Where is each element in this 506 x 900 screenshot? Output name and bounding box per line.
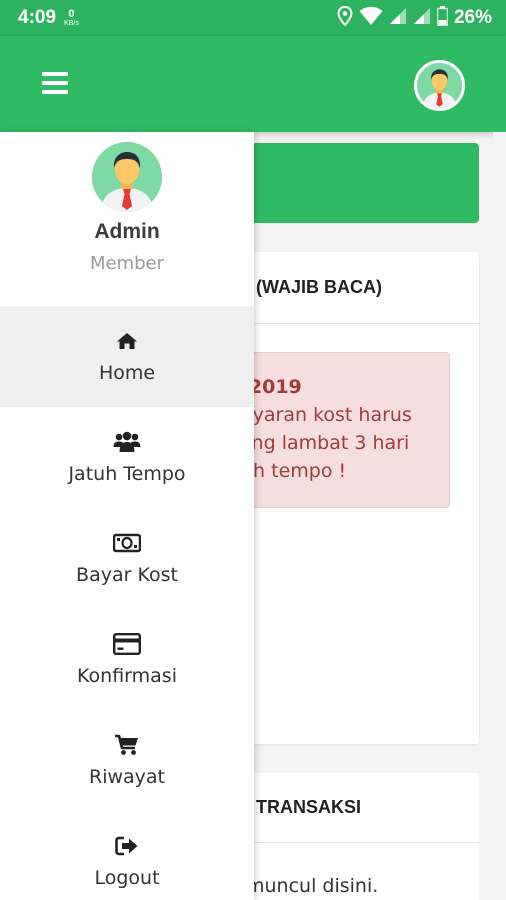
money-icon xyxy=(113,532,141,554)
alert-title: -2019 xyxy=(241,376,302,398)
home-icon xyxy=(113,330,141,352)
network-speed-unit: KB/s xyxy=(64,20,79,27)
drawer-item-bayar-kost[interactable]: Bayar Kost xyxy=(0,508,254,609)
users-icon xyxy=(113,431,141,453)
status-time: 4:09 xyxy=(18,7,57,28)
sign-out-icon xyxy=(113,835,141,857)
drawer-menu: Home Jatuh Tempo Bayar Kost Konfirmasi R… xyxy=(0,306,254,900)
alert-line: ayaran kost harus xyxy=(241,404,412,426)
drawer-item-jatuh-tempo[interactable]: Jatuh Tempo xyxy=(0,407,254,508)
transaction-card: TRANSAKSI muncul disini. xyxy=(236,773,479,900)
scrollbar[interactable] xyxy=(493,132,506,900)
menu-icon[interactable] xyxy=(42,72,68,94)
wifi-icon xyxy=(359,6,383,30)
drawer-item-konfirmasi[interactable]: Konfirmasi xyxy=(0,609,254,710)
drawer-item-home[interactable]: Home xyxy=(0,306,254,407)
drawer-item-label: Home xyxy=(98,361,156,384)
signal-icon-2 xyxy=(413,7,431,29)
drawer-item-label: Riwayat xyxy=(89,765,165,788)
battery-percent: 26% xyxy=(453,7,492,28)
network-speed-value: 0 xyxy=(68,8,75,20)
transaction-card-header: TRANSAKSI xyxy=(236,773,479,843)
profile-name: Admin xyxy=(94,220,160,243)
battery-icon xyxy=(436,6,449,30)
signal-icon xyxy=(389,7,407,29)
drawer-item-label: Bayar Kost xyxy=(76,563,178,586)
navigation-drawer: Admin Member Home Jatuh Tempo Bayar Kost… xyxy=(0,132,254,900)
app-bar xyxy=(0,36,506,132)
notice-card-header: (WAJIB BACA) xyxy=(236,252,479,324)
alert-line: ling lambat 3 hari xyxy=(241,432,410,454)
transaction-empty-text: muncul disini. xyxy=(246,875,379,897)
shopping-cart-icon xyxy=(113,734,141,756)
alert-line: uh tempo ! xyxy=(241,460,347,482)
profile-role: Member xyxy=(89,253,165,274)
profile-avatar xyxy=(92,142,162,212)
notice-card: (WAJIB BACA) -2019 ayaran kost harus lin… xyxy=(236,252,479,744)
drawer-item-label: Logout xyxy=(94,866,160,889)
network-speed: 0 KB/s xyxy=(64,8,79,28)
drawer-item-label: Jatuh Tempo xyxy=(68,462,186,485)
summary-card xyxy=(236,143,479,223)
credit-card-icon xyxy=(113,632,141,655)
drawer-profile: Admin Member xyxy=(0,132,254,306)
drawer-item-logout[interactable]: Logout xyxy=(0,811,254,900)
location-icon xyxy=(337,5,353,30)
drawer-item-riwayat[interactable]: Riwayat xyxy=(0,710,254,811)
drawer-item-label: Konfirmasi xyxy=(77,664,177,687)
notice-alert: -2019 ayaran kost harus ling lambat 3 ha… xyxy=(236,352,450,508)
user-avatar[interactable] xyxy=(414,60,465,111)
status-bar: 4:09 0 KB/s 26% xyxy=(0,0,506,36)
